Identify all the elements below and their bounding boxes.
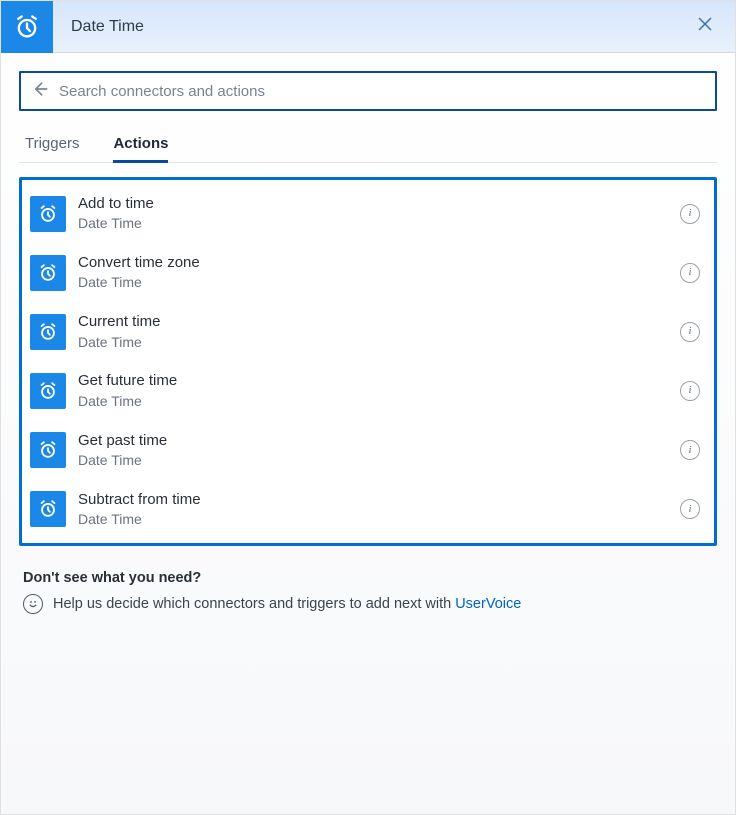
alarm-clock-icon — [30, 432, 66, 468]
action-text: Current time Date Time — [78, 312, 680, 351]
action-title: Add to time — [78, 194, 680, 214]
action-subtitle: Date Time — [78, 333, 680, 352]
info-icon: i — [688, 385, 691, 396]
uservoice-link[interactable]: UserVoice — [455, 596, 521, 612]
info-button[interactable]: i — [680, 499, 700, 519]
info-button[interactable]: i — [680, 263, 700, 283]
action-title: Convert time zone — [78, 253, 680, 273]
info-icon: i — [688, 504, 691, 515]
help-text: Help us decide which connectors and trig… — [53, 596, 521, 612]
info-icon: i — [688, 326, 691, 337]
action-text: Get future time Date Time — [78, 371, 680, 410]
action-subtract-from-time[interactable]: Subtract from time Date Time i — [22, 480, 714, 539]
action-add-to-time[interactable]: Add to time Date Time i — [22, 184, 714, 243]
help-text-line: Help us decide which connectors and trig… — [23, 594, 713, 614]
alarm-clock-icon — [30, 255, 66, 291]
search-bar — [19, 71, 717, 111]
action-convert-time-zone[interactable]: Convert time zone Date Time i — [22, 243, 714, 302]
help-text-prefix: Help us decide which connectors and trig… — [53, 596, 455, 612]
action-text: Convert time zone Date Time — [78, 253, 680, 292]
help-section: Don't see what you need? Help us decide … — [19, 546, 717, 614]
info-button[interactable]: i — [680, 322, 700, 342]
connector-icon-box — [1, 1, 53, 53]
info-icon: i — [688, 445, 691, 456]
actions-list: Add to time Date Time i Con — [19, 177, 717, 546]
panel-header: Date Time — [1, 1, 735, 53]
action-subtitle: Date Time — [78, 214, 680, 233]
tab-label: Triggers — [25, 135, 79, 152]
back-button[interactable] — [27, 78, 53, 104]
alarm-clock-icon — [30, 314, 66, 350]
info-button[interactable]: i — [680, 204, 700, 224]
action-subtitle: Date Time — [78, 273, 680, 292]
action-title: Get future time — [78, 371, 680, 391]
action-subtitle: Date Time — [78, 451, 680, 470]
close-button[interactable] — [689, 11, 721, 43]
tab-triggers[interactable]: Triggers — [25, 129, 79, 162]
action-subtitle: Date Time — [78, 392, 680, 411]
info-button[interactable]: i — [680, 381, 700, 401]
action-text: Get past time Date Time — [78, 431, 680, 470]
search-input[interactable] — [57, 73, 711, 109]
panel-body: Triggers Actions Add to time — [1, 53, 735, 814]
tab-strip: Triggers Actions — [19, 111, 717, 163]
panel-title: Date Time — [53, 18, 689, 36]
smiley-icon — [23, 594, 43, 614]
action-text: Subtract from time Date Time — [78, 490, 680, 529]
tab-label: Actions — [113, 135, 168, 152]
alarm-clock-icon — [30, 491, 66, 527]
action-title: Current time — [78, 312, 680, 332]
info-icon: i — [688, 267, 691, 278]
info-icon: i — [688, 208, 691, 219]
help-heading: Don't see what you need? — [23, 570, 713, 586]
info-button[interactable]: i — [680, 440, 700, 460]
action-title: Get past time — [78, 431, 680, 451]
action-text: Add to time Date Time — [78, 194, 680, 233]
alarm-clock-icon — [13, 13, 41, 41]
action-get-future-time[interactable]: Get future time Date Time i — [22, 361, 714, 420]
connector-panel: Date Time — [0, 0, 736, 815]
close-icon — [696, 15, 714, 38]
alarm-clock-icon — [30, 373, 66, 409]
action-title: Subtract from time — [78, 490, 680, 510]
arrow-left-icon — [30, 79, 50, 104]
action-current-time[interactable]: Current time Date Time i — [22, 302, 714, 361]
action-get-past-time[interactable]: Get past time Date Time i — [22, 421, 714, 480]
alarm-clock-icon — [30, 196, 66, 232]
action-subtitle: Date Time — [78, 510, 680, 529]
tab-actions[interactable]: Actions — [113, 129, 168, 162]
